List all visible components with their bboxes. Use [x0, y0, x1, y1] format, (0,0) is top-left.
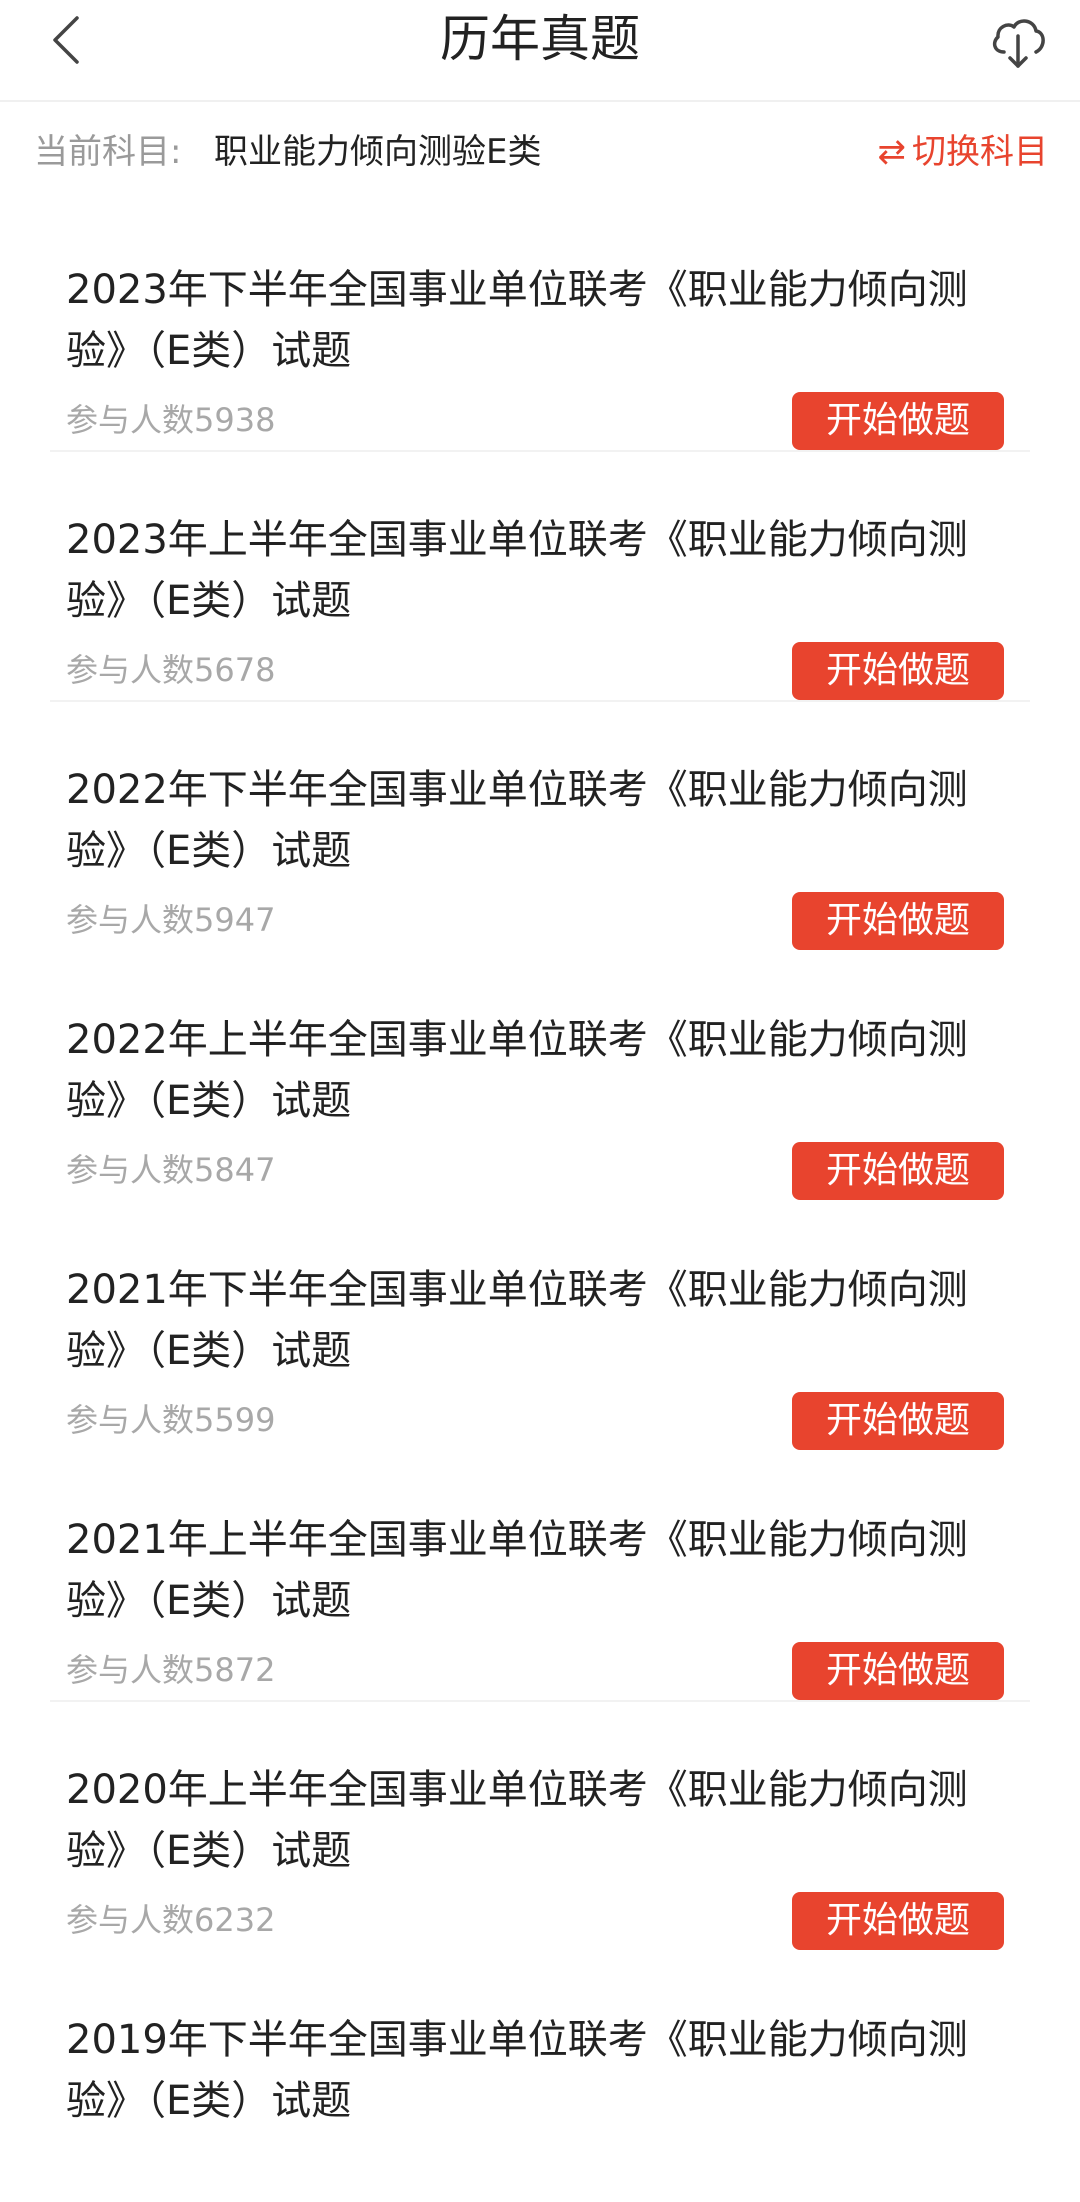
exam-title: 2023年上半年全国事业单位联考《职业能力倾向测验》（E类）试题: [66, 517, 968, 624]
exam-title: 2022年上半年全国事业单位联考《职业能力倾向测验》（E类）试题: [66, 1017, 968, 1124]
exam-title: 2021年上半年全国事业单位联考《职业能力倾向测验》（E类）试题: [66, 1517, 968, 1624]
subject-label: 当前科目:: [34, 132, 182, 172]
download-button[interactable]: [984, 6, 1052, 74]
cloud-download-icon: [992, 19, 1045, 68]
exam-list: 2023年下半年全国事业单位联考《职业能力倾向测验》（E类）试题 参与人数593…: [0, 202, 1080, 2202]
start-practice-button[interactable]: 开始做题: [792, 892, 1004, 950]
exam-title: 2020年上半年全国事业单位联考《职业能力倾向测验》（E类）试题: [66, 1767, 968, 1874]
participant-count: 参与人数5599: [66, 1401, 276, 1439]
list-item[interactable]: 2021年下半年全国事业单位联考《职业能力倾向测验》（E类）试题 参与人数559…: [50, 1202, 1030, 1452]
participant-count: 参与人数5872: [66, 1651, 276, 1689]
participant-count: 参与人数5678: [66, 651, 276, 689]
participant-count: 参与人数5938: [66, 401, 276, 439]
exam-title: 2019年下半年全国事业单位联考《职业能力倾向测验》（E类）试题: [66, 2017, 968, 2124]
swap-icon: ⇄: [877, 132, 907, 172]
participant-count: 参与人数5847: [66, 1151, 276, 1189]
switch-subject-label: 切换科目: [912, 132, 1048, 172]
start-practice-button[interactable]: 开始做题: [792, 1142, 1004, 1200]
exam-title: 2022年下半年全国事业单位联考《职业能力倾向测验》（E类）试题: [66, 767, 968, 874]
exam-title: 2021年下半年全国事业单位联考《职业能力倾向测验》（E类）试题: [66, 1267, 968, 1374]
header-bar: 历年真题: [0, 0, 1080, 102]
start-practice-button[interactable]: 开始做题: [792, 642, 1004, 700]
list-item[interactable]: 2020年上半年全国事业单位联考《职业能力倾向测验》（E类）试题 参与人数623…: [50, 1702, 1030, 1952]
start-practice-button[interactable]: 开始做题: [792, 1892, 1004, 1950]
switch-subject-button[interactable]: ⇄ 切换科目: [878, 128, 1049, 176]
list-item[interactable]: 2022年上半年全国事业单位联考《职业能力倾向测验》（E类）试题 参与人数584…: [50, 952, 1030, 1202]
start-practice-button[interactable]: 开始做题: [792, 392, 1004, 450]
list-item[interactable]: 2022年下半年全国事业单位联考《职业能力倾向测验》（E类）试题 参与人数594…: [50, 702, 1030, 952]
list-item[interactable]: 2021年上半年全国事业单位联考《职业能力倾向测验》（E类）试题 参与人数587…: [50, 1452, 1030, 1702]
participant-count: 参与人数6232: [66, 1901, 276, 1939]
page-title: 历年真题: [440, 10, 640, 68]
exam-title: 2023年下半年全国事业单位联考《职业能力倾向测验》（E类）试题: [66, 267, 968, 374]
list-item[interactable]: 2023年上半年全国事业单位联考《职业能力倾向测验》（E类）试题 参与人数567…: [50, 452, 1030, 702]
participant-count: 参与人数5947: [66, 901, 276, 939]
list-item[interactable]: 2023年下半年全国事业单位联考《职业能力倾向测验》（E类）试题 参与人数593…: [50, 202, 1030, 452]
start-practice-button[interactable]: 开始做题: [792, 1642, 1004, 1700]
subject-bar: 当前科目: 职业能力倾向测验E类 ⇄ 切换科目: [0, 102, 1080, 202]
subject-value: 职业能力倾向测验E类: [214, 132, 542, 172]
start-practice-button[interactable]: 开始做题: [792, 1392, 1004, 1450]
list-item[interactable]: 2019年下半年全国事业单位联考《职业能力倾向测验》（E类）试题: [50, 1952, 1030, 2202]
